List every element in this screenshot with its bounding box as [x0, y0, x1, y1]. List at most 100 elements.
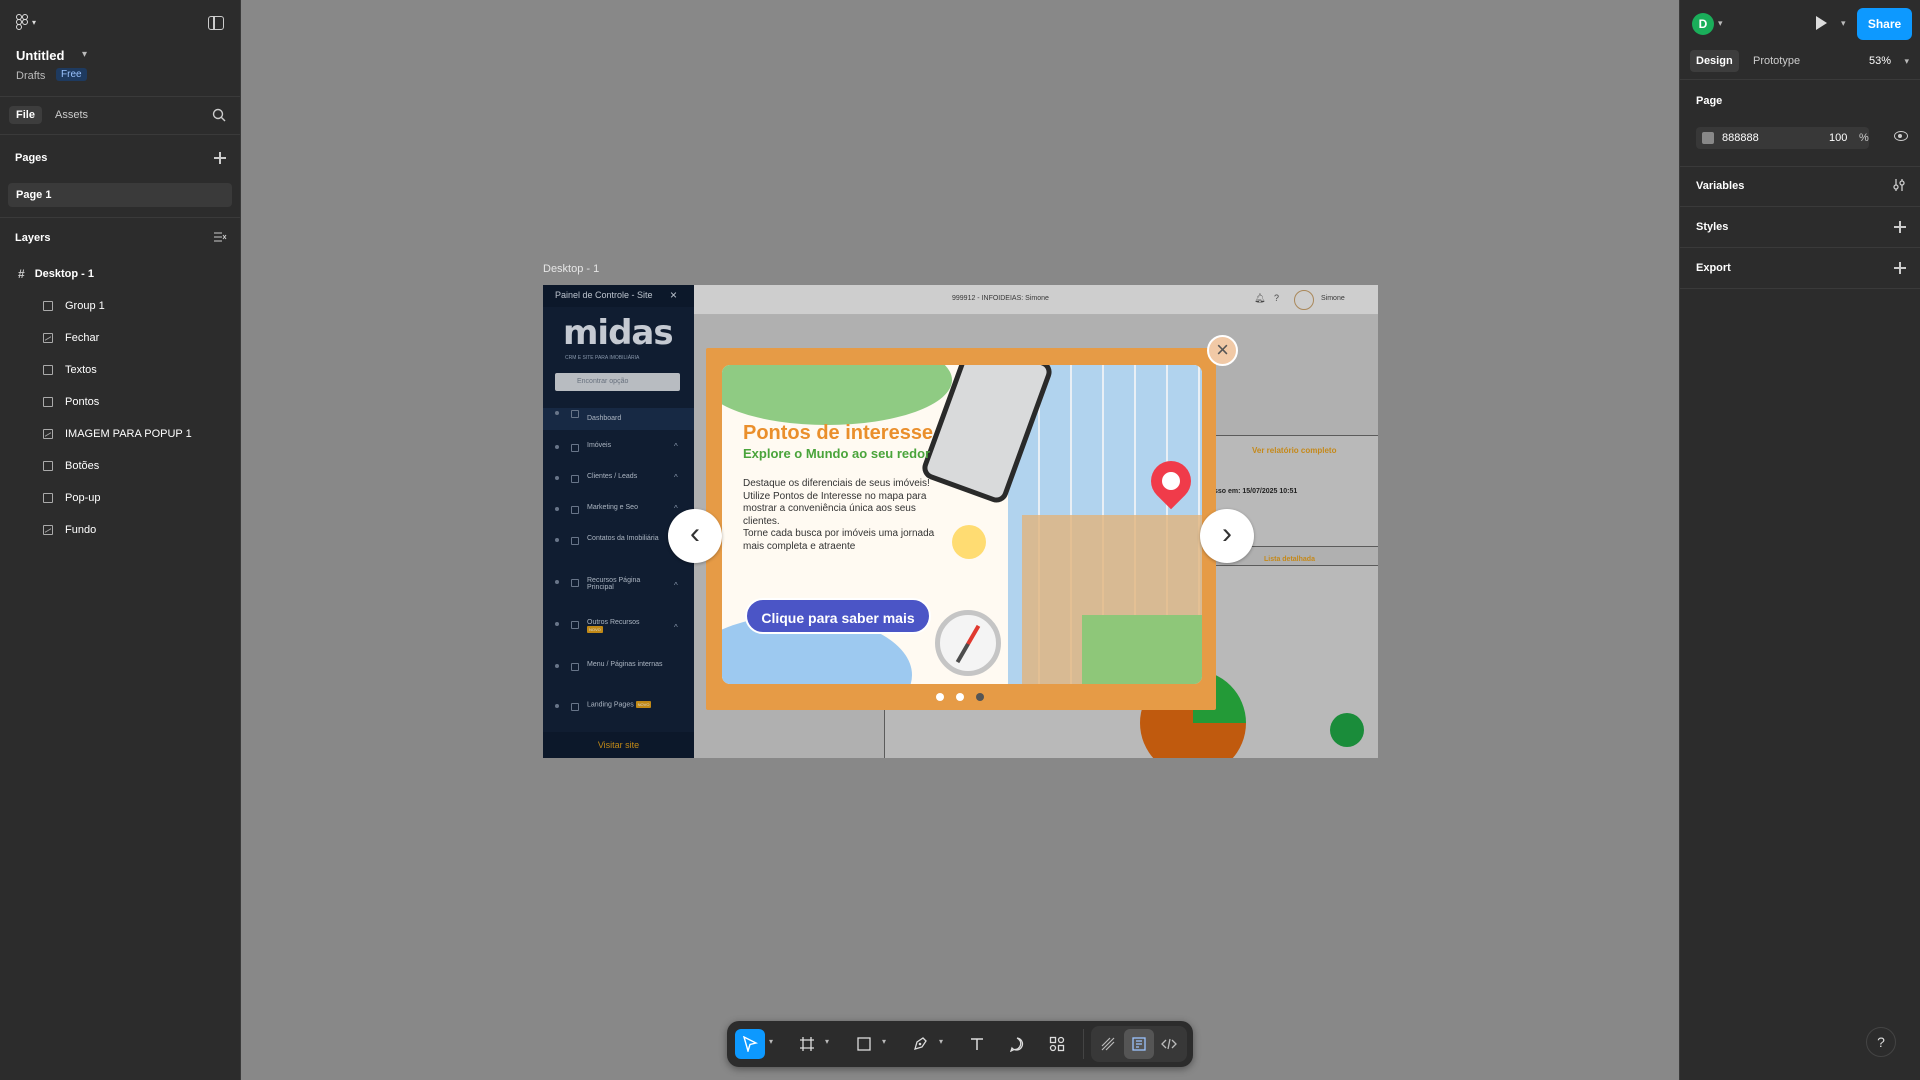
cta-button[interactable]: Clique para saber mais [745, 598, 931, 634]
tab-assets[interactable]: Assets [48, 106, 95, 124]
chevron-down-icon[interactable]: ▾ [1904, 56, 1909, 67]
fill-hex-input[interactable]: 888888 [1722, 132, 1759, 144]
tab-design[interactable]: Design [1690, 50, 1739, 72]
image-icon [43, 525, 53, 535]
rectangle-icon [857, 1037, 871, 1051]
frame-label[interactable]: Desktop - 1 [543, 263, 599, 275]
layer-imagem-para-popup[interactable]: IMAGEM PARA POPUP 1 [0, 418, 241, 450]
design-mode-button[interactable] [1124, 1029, 1154, 1059]
detailed-list-link: Lista detalhada [1264, 556, 1315, 563]
page-item[interactable]: Page 1 [8, 183, 232, 207]
code-icon [1161, 1038, 1177, 1050]
image-icon [43, 333, 53, 343]
slide-dot-active[interactable] [976, 693, 984, 701]
eye-icon[interactable] [1894, 131, 1908, 141]
chevron-down-icon[interactable]: ▾ [1841, 18, 1846, 29]
chevron-down-icon[interactable]: ▾ [882, 1037, 886, 1046]
mode-switcher [1091, 1026, 1187, 1062]
move-tool-button[interactable] [735, 1029, 765, 1059]
file-menu-chevron-icon[interactable]: ▾ [82, 49, 87, 60]
layer-desktop-1[interactable]: # Desktop - 1 [0, 258, 241, 290]
right-panel: D ▾ ▾ Share Design Prototype 53% ▾ Page … [1679, 0, 1920, 1080]
variables-icon[interactable] [1892, 178, 1906, 192]
pen-tool-button[interactable] [905, 1029, 935, 1059]
group-icon [43, 493, 53, 503]
chevron-down-icon[interactable]: ▾ [939, 1037, 943, 1046]
slide-dot[interactable] [956, 693, 964, 701]
main-menu-button[interactable]: ▾ [16, 14, 36, 30]
tab-file[interactable]: File [9, 106, 42, 124]
layer-pontos[interactable]: Pontos [0, 386, 241, 418]
whatsapp-icon [1330, 713, 1364, 747]
share-button[interactable]: Share [1857, 8, 1912, 40]
frame-tool-button[interactable] [792, 1029, 822, 1059]
help-button[interactable]: ? [1866, 1027, 1896, 1057]
sun-illustration [952, 525, 986, 559]
design-icon [1132, 1037, 1146, 1051]
plan-badge: Free [56, 68, 87, 81]
layer-fechar[interactable]: Fechar [0, 322, 241, 354]
chevron-down-icon[interactable]: ▾ [769, 1037, 773, 1046]
search-icon[interactable] [212, 108, 226, 122]
last-access-text: sso em: 15/07/2025 10:51 [1214, 488, 1298, 495]
add-export-icon[interactable] [1894, 262, 1906, 274]
layer-fundo[interactable]: Fundo [0, 514, 241, 546]
layer-botoes[interactable]: Botões [0, 450, 241, 482]
zoom-level[interactable]: 53% [1869, 55, 1891, 67]
actions-tool-button[interactable] [1042, 1029, 1072, 1059]
comment-icon [1009, 1037, 1024, 1052]
layer-textos[interactable]: Textos [0, 354, 241, 386]
layer-name: Pop-up [65, 492, 101, 504]
map-park [1082, 615, 1202, 684]
chevron-down-icon: ▾ [32, 17, 37, 27]
present-play-icon[interactable] [1816, 16, 1827, 30]
report-link: Ver relatório completo [1252, 446, 1337, 455]
slide-indicator [936, 693, 996, 703]
sidebar-toggle-icon[interactable] [208, 16, 224, 30]
left-panel: ▾ Untitled ▾ Drafts Free File Assets Pag… [0, 0, 241, 1080]
compass-icon [935, 610, 1001, 676]
right-tabs: Design Prototype 53% ▾ [1680, 46, 1920, 80]
styles-heading: Styles [1696, 221, 1729, 233]
variables-heading[interactable]: Variables [1696, 180, 1744, 192]
divider [1680, 247, 1920, 248]
next-arrow-button[interactable]: › [1200, 509, 1254, 563]
layer-name: Desktop - 1 [34, 268, 94, 280]
layer-pop-up[interactable]: Pop-up [0, 482, 241, 514]
group-icon [43, 365, 53, 375]
file-location[interactable]: Drafts [16, 70, 45, 82]
add-style-icon[interactable] [1894, 221, 1906, 233]
layer-name: IMAGEM PARA POPUP 1 [65, 428, 192, 440]
tab-prototype[interactable]: Prototype [1747, 50, 1806, 72]
bottom-toolbar: ▾ ▾ ▾ ▾ [727, 1021, 1193, 1067]
divider [1680, 166, 1920, 167]
shape-tool-button[interactable] [849, 1029, 879, 1059]
popup-close-button[interactable]: × [1207, 335, 1238, 366]
desktop-frame[interactable]: Painel de Controle - Site × midas CRM E … [543, 285, 1378, 758]
frame-icon: # [18, 267, 25, 281]
page-fill-row[interactable]: 888888 100 % [1696, 127, 1869, 149]
fill-opacity-input[interactable]: 100 [1829, 132, 1847, 144]
user-avatar[interactable]: D [1692, 13, 1714, 35]
color-swatch[interactable] [1702, 132, 1714, 144]
add-page-icon[interactable] [214, 152, 226, 164]
slide-dot[interactable] [936, 693, 944, 701]
layer-name: Group 1 [65, 300, 105, 312]
green-shape [722, 365, 952, 425]
frame-icon [800, 1037, 814, 1051]
dev-mode-button[interactable] [1154, 1029, 1184, 1059]
text-tool-button[interactable] [962, 1029, 992, 1059]
layer-name: Fechar [65, 332, 100, 344]
layer-group-1[interactable]: Group 1 [0, 290, 241, 322]
file-title[interactable]: Untitled [16, 48, 64, 63]
pages-heading: Pages [15, 152, 48, 164]
comment-tool-button[interactable] [1002, 1029, 1032, 1059]
image-icon [43, 429, 53, 439]
chevron-down-icon[interactable]: ▾ [825, 1037, 829, 1046]
chevron-down-icon[interactable]: ▾ [1718, 18, 1723, 29]
draw-mode-button[interactable] [1093, 1029, 1123, 1059]
prev-arrow-button[interactable]: ‹ [668, 509, 722, 563]
layer-name: Botões [65, 460, 100, 472]
group-icon [43, 461, 53, 471]
layer-options-icon[interactable] [213, 231, 227, 243]
